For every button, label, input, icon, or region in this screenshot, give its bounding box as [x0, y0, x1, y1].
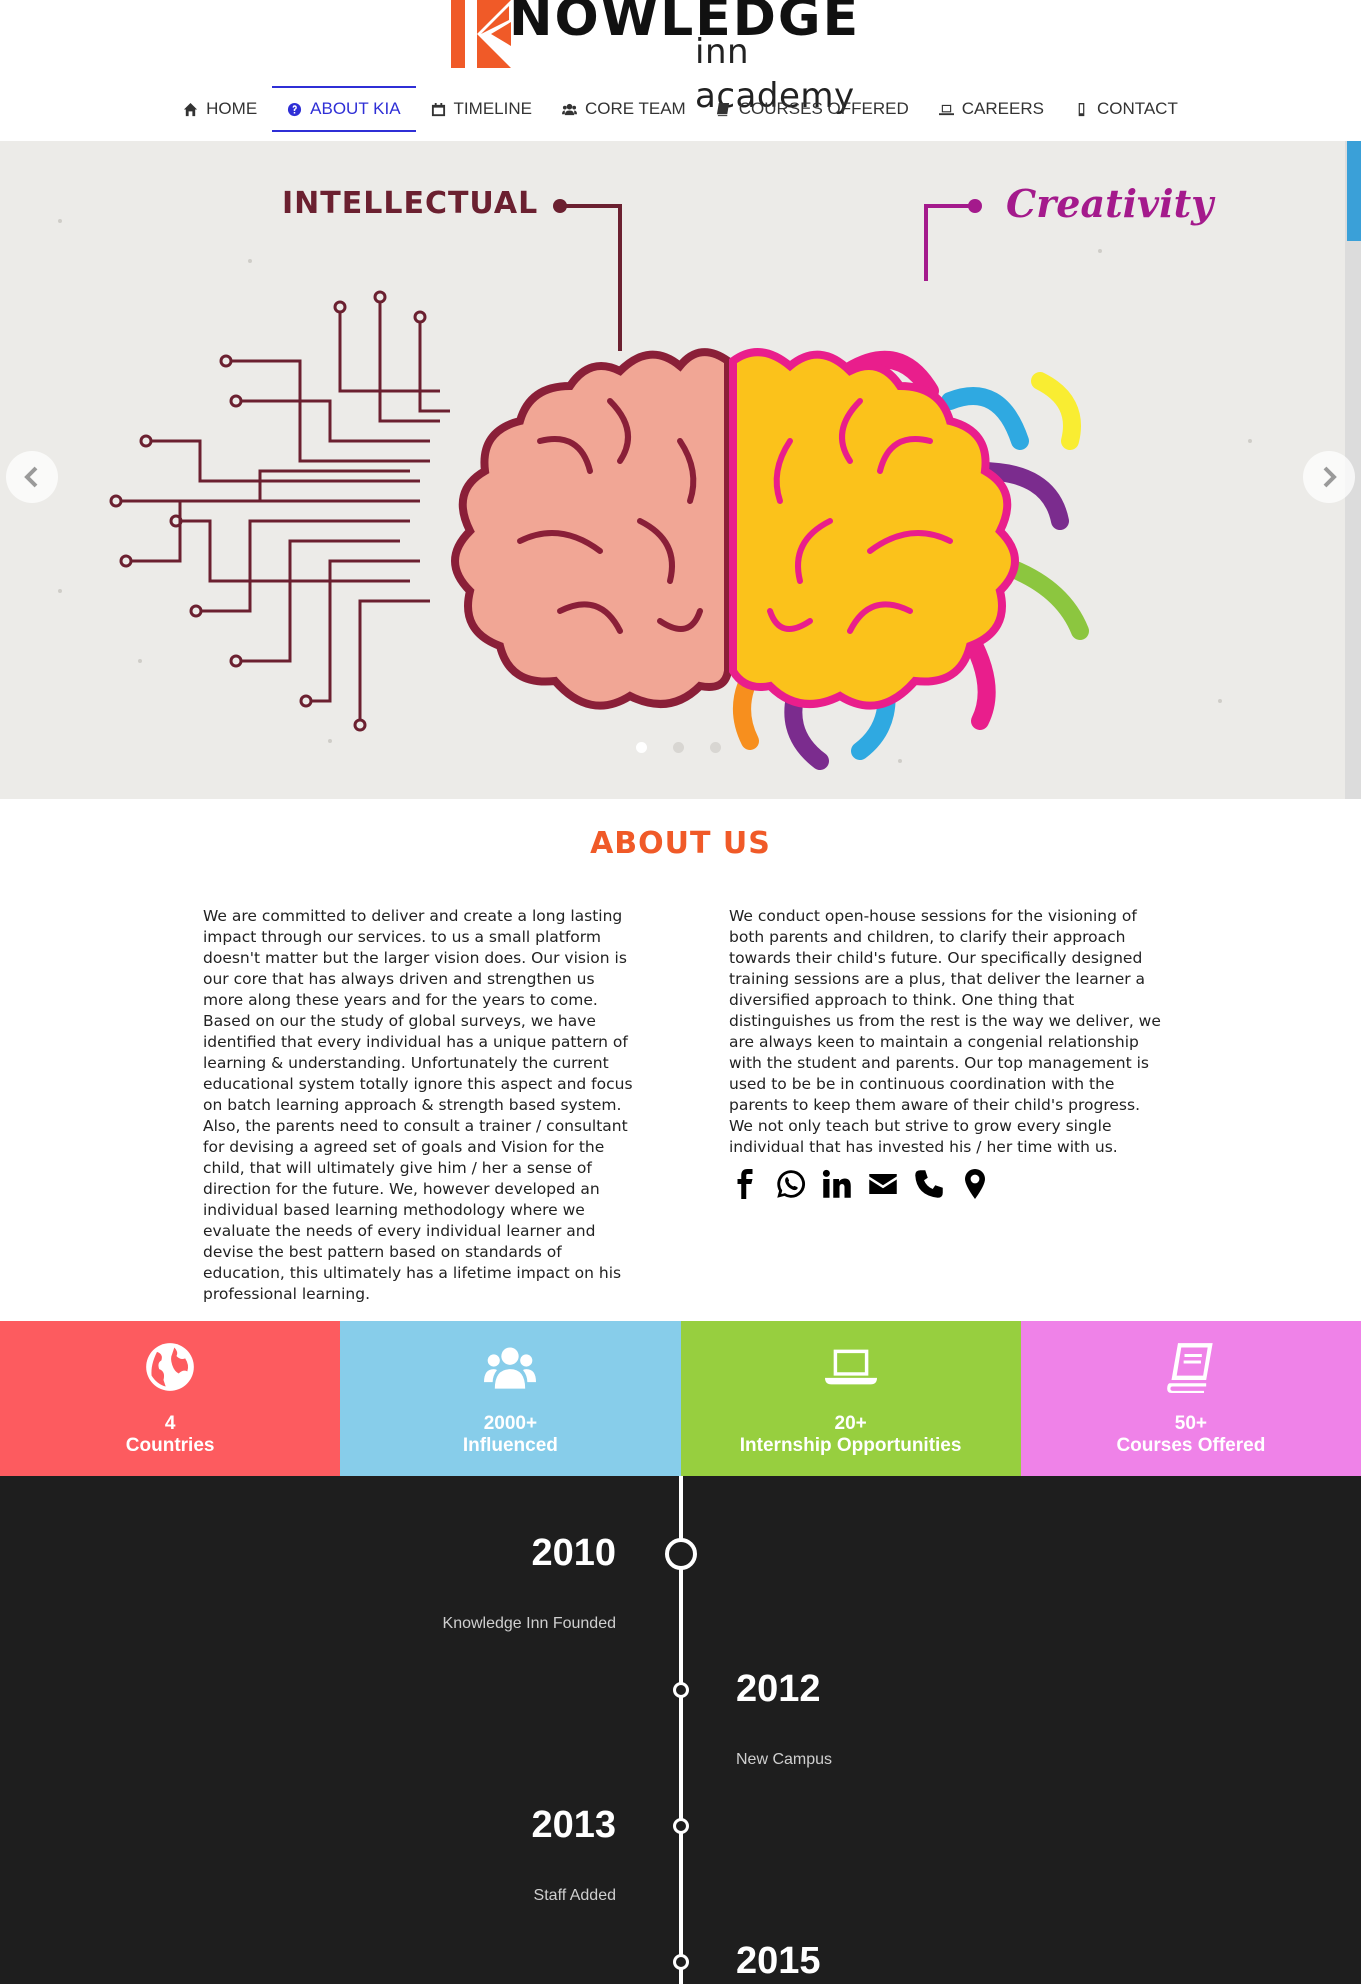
nav-careers-label: CAREERS — [961, 99, 1044, 118]
k-icon — [451, 0, 511, 68]
phone-link[interactable] — [913, 1168, 945, 1200]
slider-dots — [636, 742, 721, 753]
timeline-desc: New Campus — [736, 1751, 833, 1768]
calendar-icon — [431, 102, 445, 116]
slider-dot-1[interactable] — [636, 742, 647, 753]
whatsapp-icon — [777, 1170, 806, 1198]
stat-courses: 50+ Courses Offered — [1020, 1321, 1361, 1476]
nav-careers[interactable]: CAREERS — [924, 86, 1059, 132]
whatsapp-link[interactable] — [775, 1168, 807, 1200]
users-icon — [561, 103, 577, 115]
timeline-year: 2010 — [531, 1532, 616, 1574]
globe-icon — [144, 1341, 196, 1393]
nav-timeline-label: TIMELINE — [453, 99, 532, 118]
stat-internships: 20+ Internship Opportunities — [680, 1321, 1021, 1476]
timeline-desc: Knowledge Inn Founded — [442, 1615, 616, 1632]
nav-core-team-label: CORE TEAM — [584, 99, 686, 118]
nav-courses[interactable]: COURSES OFFERED — [701, 86, 924, 132]
question-circle-icon — [288, 102, 302, 116]
stat-influenced: 2000+ Influenced — [340, 1321, 681, 1476]
logo-k-mark — [451, 0, 511, 68]
about-title: ABOUT US — [590, 826, 771, 861]
stat-number: 20+ — [834, 1413, 867, 1434]
phone-icon — [915, 1170, 943, 1198]
stat-number: 50+ — [1174, 1413, 1207, 1434]
laptop-icon — [824, 1341, 877, 1393]
users-icon — [484, 1341, 537, 1393]
hero-label-creativity: Creativity — [1006, 181, 1214, 226]
map-marker-icon — [965, 1169, 985, 1199]
book-icon — [1165, 1341, 1217, 1393]
nav-about-label: ABOUT KIA — [310, 99, 401, 118]
stat-number: 4 — [164, 1413, 176, 1434]
facebook-icon — [737, 1169, 753, 1199]
stat-label: Courses Offered — [1116, 1435, 1266, 1456]
timeline-node — [673, 1818, 689, 1834]
timeline-node — [665, 1538, 697, 1570]
stat-label: Internship Opportunities — [739, 1435, 962, 1456]
timeline-year: 2013 — [531, 1804, 616, 1846]
stat-label: Countries — [125, 1435, 215, 1456]
envelope-icon — [869, 1174, 897, 1194]
book-icon — [716, 102, 729, 116]
site-logo[interactable]: NOWLEDGE inn academy — [449, 0, 911, 116]
stat-label: Influenced — [462, 1435, 558, 1456]
timeline-year: 2015 — [736, 1940, 821, 1982]
timeline-node — [673, 1682, 689, 1698]
brain-illustration — [58, 199, 1252, 770]
timeline-node — [673, 1954, 689, 1970]
about-text-left: We are committed to deliver and create a… — [203, 907, 633, 1303]
nav-contact-label: CONTACT — [1096, 99, 1178, 118]
slider-dot-3[interactable] — [710, 742, 721, 753]
laptop-icon — [938, 104, 954, 115]
main-nav: HOME ABOUT KIA TIMELINE CORE TEAM COURSE… — [0, 86, 1361, 132]
slider-next-button[interactable] — [1303, 451, 1355, 503]
slider-prev-button[interactable] — [6, 451, 58, 503]
mobile-icon — [1078, 102, 1085, 116]
home-icon — [184, 102, 198, 116]
nav-contact[interactable]: CONTACT — [1059, 86, 1193, 132]
timeline-section: 2010 Knowledge Inn Founded 2012 New Camp… — [0, 1476, 1361, 1984]
stat-countries: 4 Countries — [0, 1321, 341, 1476]
slider-dot-2[interactable] — [673, 742, 684, 753]
nav-about[interactable]: ABOUT KIA — [272, 86, 416, 132]
nav-timeline[interactable]: TIMELINE — [416, 86, 547, 132]
nav-home[interactable]: HOME — [168, 86, 272, 132]
nav-home-label: HOME — [206, 99, 258, 118]
timeline-year: 2012 — [736, 1668, 821, 1710]
chevron-left-icon — [24, 466, 38, 488]
nav-courses-label: COURSES OFFERED — [738, 99, 909, 118]
hero-slider: INTELLECTUAL Creativity — [0, 141, 1361, 799]
social-links — [729, 1168, 991, 1200]
about-text-right: We conduct open-house sessions for the v… — [729, 907, 1161, 1156]
timeline-desc: Staff Added — [533, 1887, 616, 1904]
hero-label-intellectual: INTELLECTUAL — [282, 186, 539, 221]
facebook-link[interactable] — [729, 1168, 761, 1200]
nav-core-team[interactable]: CORE TEAM — [547, 86, 701, 132]
stat-number: 2000+ — [483, 1413, 538, 1434]
stats-bar: 4 Countries 2000+ Influenced 20+ Interns… — [0, 1321, 1361, 1476]
chevron-right-icon — [1323, 466, 1337, 488]
location-link[interactable] — [959, 1168, 991, 1200]
linkedin-link[interactable] — [821, 1168, 853, 1200]
linkedin-icon — [822, 1169, 851, 1198]
email-link[interactable] — [867, 1168, 899, 1200]
